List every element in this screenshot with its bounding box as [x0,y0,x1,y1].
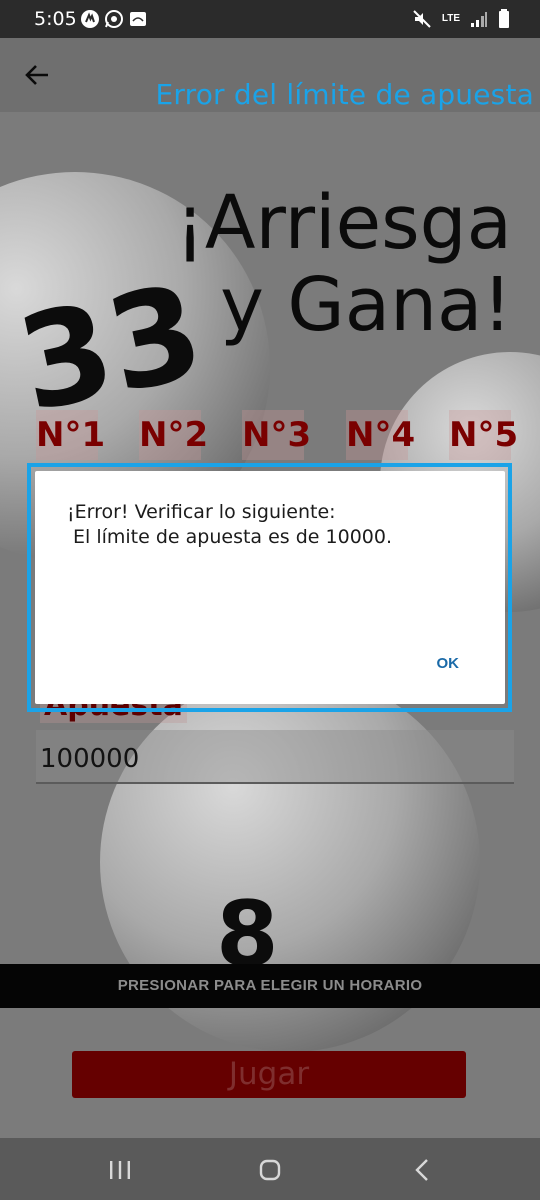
number-label-1: N°1 [36,410,105,460]
headline-line-1: ¡Arriesga [175,180,512,266]
network-label: LTE [441,13,460,24]
number-label-3: N°3 [242,410,311,460]
choose-schedule-button[interactable]: PRESIONAR PARA ELEGIR UN HORARIO [0,964,540,1008]
status-time: 5:05 [34,8,77,30]
back-nav-icon[interactable] [412,1158,432,1182]
play-button[interactable]: Jugar [72,1051,466,1098]
headline: ¡Arriesga y Gana! [175,182,512,346]
dialog-title: ¡Error! Verificar lo siguiente: [67,501,336,523]
messenger-icon [81,10,99,28]
bet-input-value: 100000 [40,744,140,774]
status-bar: 5:05 LTE [0,0,540,38]
headline-line-2: y Gana! [220,262,512,348]
number-label-4: N°4 [346,410,415,460]
battery-icon [499,9,509,28]
number-label-2: N°2 [139,410,208,460]
back-arrow-icon[interactable] [20,58,54,92]
status-right: LTE [412,9,510,29]
mute-icon [413,10,431,28]
screen-icon [130,12,146,26]
ok-button[interactable]: OK [437,655,460,672]
screen-title: Error del límite de apuesta [155,78,534,111]
system-nav-bar [0,1138,540,1200]
whatsapp-icon [105,10,123,28]
recent-apps-icon[interactable] [108,1160,132,1180]
dialog-message: El límite de apuesta es de 10000. [73,526,393,548]
app-bar: Error del límite de apuesta [0,38,540,112]
number-label-5: N°5 [449,410,518,460]
home-icon[interactable] [258,1158,282,1182]
error-dialog: ¡Error! Verificar lo siguiente: El límit… [35,471,505,704]
signal-icon [471,12,487,27]
